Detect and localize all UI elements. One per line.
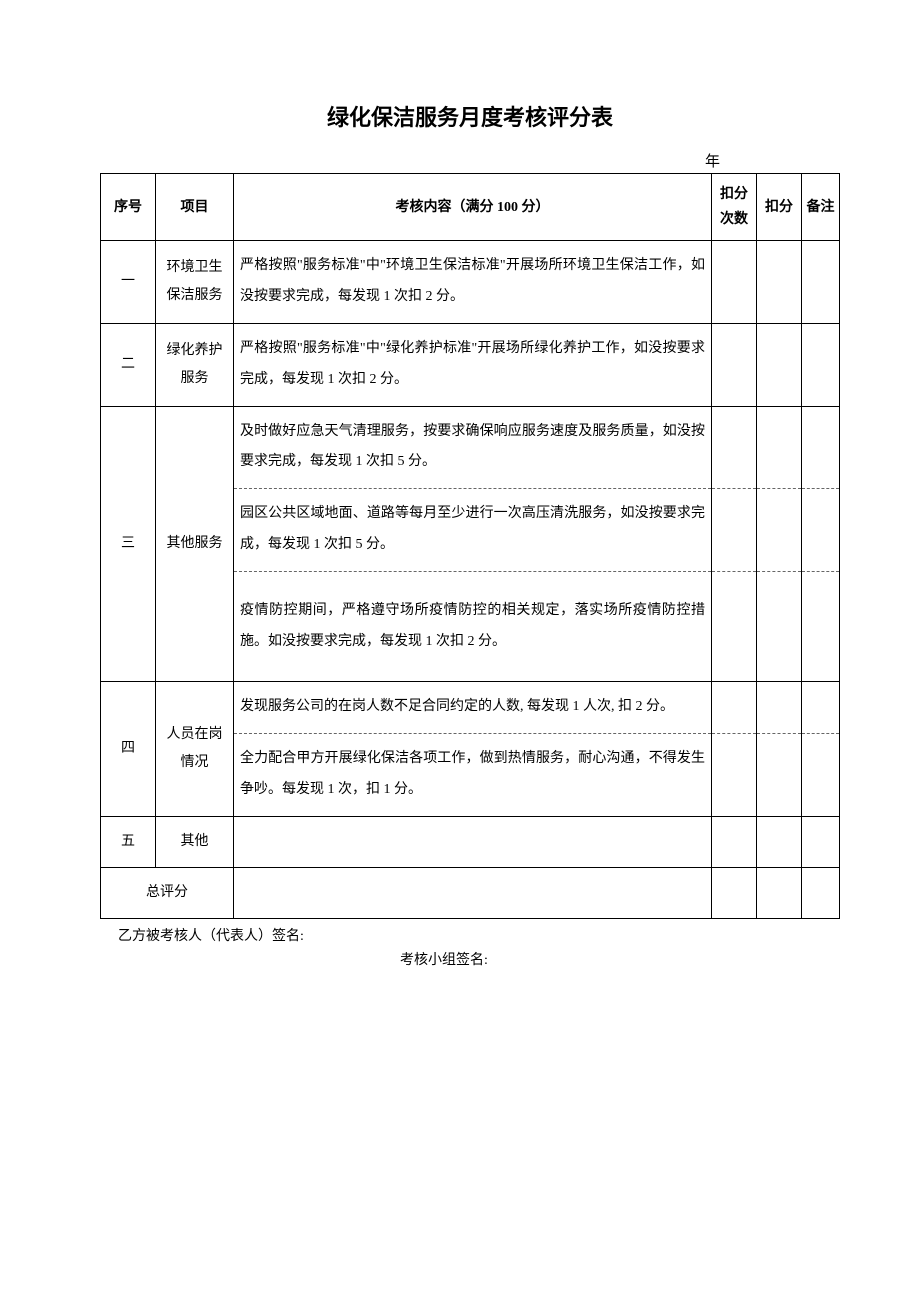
cell-count[interactable] <box>712 406 757 489</box>
header-count: 扣分次数 <box>712 174 757 241</box>
table-row: 二 绿化养护服务 严格按照"服务标准"中"绿化养护标准"开展场所绿化养护工作，如… <box>101 323 840 406</box>
cell-count[interactable] <box>712 682 757 734</box>
cell-count[interactable] <box>712 241 757 324</box>
cell-note[interactable] <box>802 241 840 324</box>
form-title: 绿化保洁服务月度考核评分表 <box>100 100 840 132</box>
header-content: 考核内容（满分 100 分） <box>234 174 712 241</box>
cell-item: 人员在岗情况 <box>156 682 234 816</box>
year-label: 年 <box>100 150 840 171</box>
table-row: 一 环境卫生保洁服务 严格按照"服务标准"中"环境卫生保洁标准"开展场所环境卫生… <box>101 241 840 324</box>
cell-total-score[interactable] <box>757 867 802 918</box>
cell-score[interactable] <box>757 241 802 324</box>
cell-note[interactable] <box>802 571 840 682</box>
cell-note[interactable] <box>802 323 840 406</box>
table-row: 四 人员在岗情况 发现服务公司的在岗人数不足合同约定的人数, 每发现 1 人次,… <box>101 682 840 734</box>
cell-content: 及时做好应急天气清理服务，按要求确保响应服务速度及服务质量，如没按要求完成，每发… <box>234 406 712 489</box>
cell-content: 严格按照"服务标准"中"绿化养护标准"开展场所绿化养护工作，如没按要求完成，每发… <box>234 323 712 406</box>
cell-count[interactable] <box>712 571 757 682</box>
header-note: 备注 <box>802 174 840 241</box>
cell-total-content[interactable] <box>234 867 712 918</box>
table-row: 三 其他服务 及时做好应急天气清理服务，按要求确保响应服务速度及服务质量，如没按… <box>101 406 840 489</box>
cell-seq: 五 <box>101 816 156 867</box>
cell-item: 环境卫生保洁服务 <box>156 241 234 324</box>
cell-note[interactable] <box>802 489 840 572</box>
evaluation-form-page: 绿化保洁服务月度考核评分表 年 序号 项目 考核内容（满分 100 分） 扣分次… <box>0 0 920 1069</box>
cell-count[interactable] <box>712 489 757 572</box>
cell-item: 其他 <box>156 816 234 867</box>
signature-group: 考核小组签名: <box>100 949 840 969</box>
cell-total-note[interactable] <box>802 867 840 918</box>
cell-note[interactable] <box>802 406 840 489</box>
cell-content: 发现服务公司的在岗人数不足合同约定的人数, 每发现 1 人次, 扣 2 分。 <box>234 682 712 734</box>
cell-total-label: 总评分 <box>101 867 234 918</box>
header-score: 扣分 <box>757 174 802 241</box>
table-row-total: 总评分 <box>101 867 840 918</box>
cell-count[interactable] <box>712 734 757 817</box>
cell-seq: 一 <box>101 241 156 324</box>
cell-seq: 三 <box>101 406 156 682</box>
cell-score[interactable] <box>757 323 802 406</box>
cell-note[interactable] <box>802 734 840 817</box>
cell-score[interactable] <box>757 489 802 572</box>
cell-seq: 四 <box>101 682 156 816</box>
cell-total-count[interactable] <box>712 867 757 918</box>
cell-note[interactable] <box>802 682 840 734</box>
cell-score[interactable] <box>757 734 802 817</box>
cell-score[interactable] <box>757 816 802 867</box>
cell-content: 园区公共区域地面、道路等每月至少进行一次高压清洗服务，如没按要求完成，每发现 1… <box>234 489 712 572</box>
cell-count[interactable] <box>712 816 757 867</box>
cell-note[interactable] <box>802 816 840 867</box>
cell-content: 全力配合甲方开展绿化保洁各项工作，做到热情服务，耐心沟通，不得发生争吵。每发现 … <box>234 734 712 817</box>
header-seq: 序号 <box>101 174 156 241</box>
cell-score[interactable] <box>757 406 802 489</box>
evaluation-table: 序号 项目 考核内容（满分 100 分） 扣分次数 扣分 备注 一 环境卫生保洁… <box>100 173 840 919</box>
header-item: 项目 <box>156 174 234 241</box>
signature-assessed: 乙方被考核人（代表人）签名: <box>100 925 840 945</box>
cell-seq: 二 <box>101 323 156 406</box>
cell-count[interactable] <box>712 323 757 406</box>
cell-content: 严格按照"服务标准"中"环境卫生保洁标准"开展场所环境卫生保洁工作，如没按要求完… <box>234 241 712 324</box>
cell-item: 绿化养护服务 <box>156 323 234 406</box>
cell-score[interactable] <box>757 682 802 734</box>
cell-score[interactable] <box>757 571 802 682</box>
table-row: 五 其他 <box>101 816 840 867</box>
cell-content[interactable] <box>234 816 712 867</box>
cell-content: 疫情防控期间，严格遵守场所疫情防控的相关规定，落实场所疫情防控措施。如没按要求完… <box>234 571 712 682</box>
cell-item: 其他服务 <box>156 406 234 682</box>
